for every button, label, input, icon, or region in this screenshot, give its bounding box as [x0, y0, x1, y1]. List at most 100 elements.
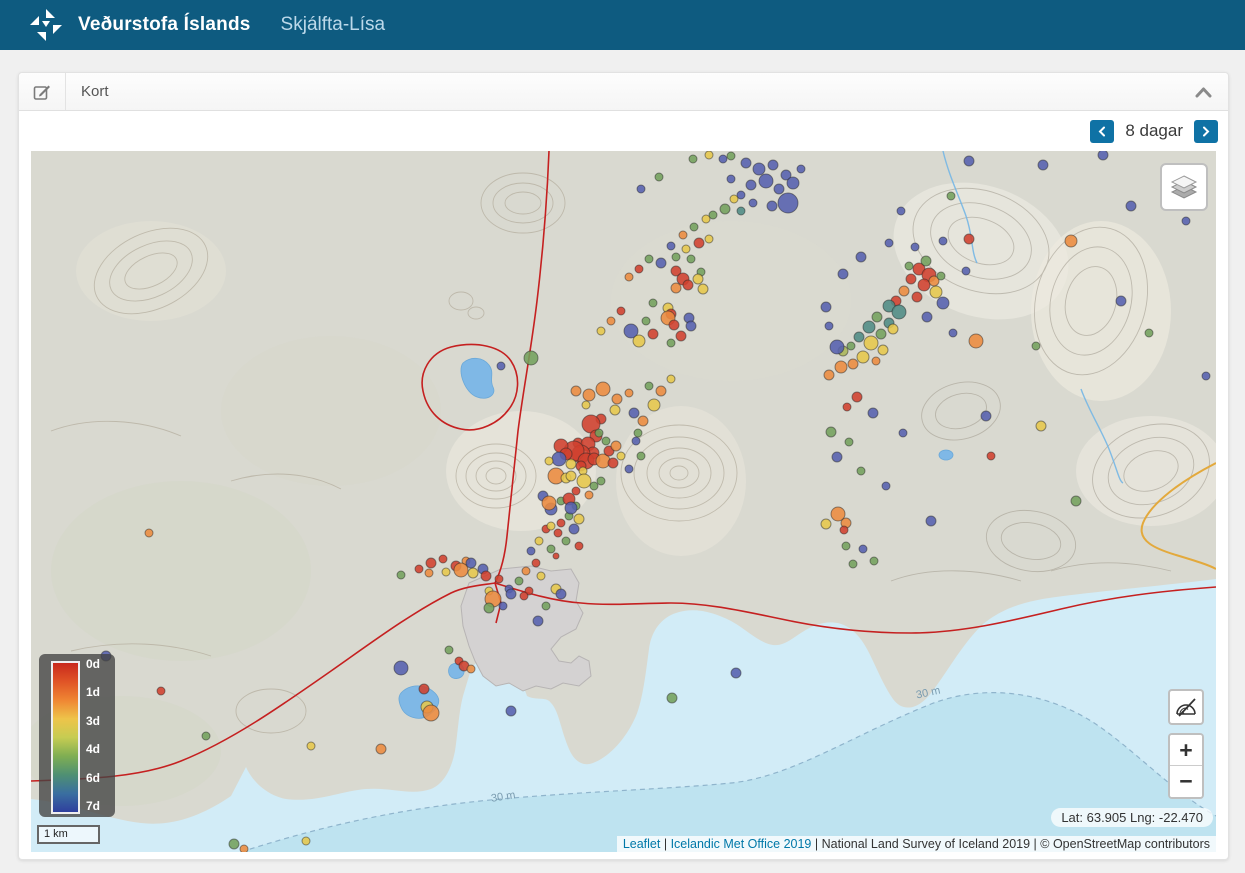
- quake-marker[interactable]: [610, 405, 620, 415]
- quake-marker[interactable]: [667, 339, 675, 347]
- quake-marker[interactable]: [557, 519, 565, 527]
- quake-marker[interactable]: [698, 284, 708, 294]
- quake-marker[interactable]: [157, 687, 165, 695]
- quake-marker[interactable]: [481, 571, 491, 581]
- quake-marker[interactable]: [857, 467, 865, 475]
- quake-marker[interactable]: [547, 545, 555, 553]
- quake-marker[interactable]: [553, 553, 559, 559]
- quake-marker[interactable]: [720, 204, 730, 214]
- quake-marker[interactable]: [423, 705, 439, 721]
- quake-marker[interactable]: [741, 158, 751, 168]
- quake-marker[interactable]: [899, 286, 909, 296]
- quake-marker[interactable]: [864, 336, 878, 350]
- quake-marker[interactable]: [939, 237, 947, 245]
- quake-marker[interactable]: [843, 403, 851, 411]
- quake-marker[interactable]: [872, 312, 882, 322]
- quake-marker[interactable]: [582, 401, 590, 409]
- quake-marker[interactable]: [868, 408, 878, 418]
- quake-marker[interactable]: [595, 429, 603, 437]
- quake-marker[interactable]: [495, 575, 503, 583]
- next-days-button[interactable]: [1194, 120, 1218, 143]
- quake-marker[interactable]: [856, 252, 866, 262]
- quake-marker[interactable]: [987, 452, 995, 460]
- quake-marker[interactable]: [307, 742, 315, 750]
- quake-marker[interactable]: [689, 155, 697, 163]
- quake-marker[interactable]: [506, 589, 516, 599]
- quake-marker[interactable]: [535, 537, 543, 545]
- quake-marker[interactable]: [484, 603, 494, 613]
- quake-marker[interactable]: [835, 361, 847, 373]
- quake-marker[interactable]: [1126, 201, 1136, 211]
- quake-marker[interactable]: [1065, 235, 1077, 247]
- quake-marker[interactable]: [797, 165, 805, 173]
- quake-marker[interactable]: [572, 487, 580, 495]
- quake-marker[interactable]: [562, 537, 570, 545]
- quake-marker[interactable]: [731, 668, 741, 678]
- quake-marker[interactable]: [863, 321, 875, 333]
- quake-marker[interactable]: [671, 283, 681, 293]
- quake-marker[interactable]: [825, 322, 833, 330]
- quake-marker[interactable]: [547, 522, 555, 530]
- quake-marker[interactable]: [415, 565, 423, 573]
- quake-marker[interactable]: [394, 661, 408, 675]
- quake-marker[interactable]: [565, 502, 577, 514]
- quake-marker[interactable]: [749, 199, 757, 207]
- quake-marker[interactable]: [466, 558, 476, 568]
- quake-marker[interactable]: [845, 438, 853, 446]
- quake-marker[interactable]: [737, 207, 745, 215]
- quake-marker[interactable]: [468, 568, 478, 578]
- quake-marker[interactable]: [870, 557, 878, 565]
- quake-marker[interactable]: [575, 542, 583, 550]
- map-canvas[interactable]: 30 m 30 m + − Lat: [31, 151, 1216, 852]
- quake-marker[interactable]: [467, 665, 475, 673]
- quake-marker[interactable]: [690, 223, 698, 231]
- quake-marker[interactable]: [778, 193, 798, 213]
- quake-marker[interactable]: [617, 452, 625, 460]
- quake-marker[interactable]: [937, 272, 945, 280]
- attribution-link[interactable]: Leaflet: [623, 837, 661, 851]
- quake-marker[interactable]: [962, 267, 970, 275]
- quake-marker[interactable]: [577, 474, 591, 488]
- quake-marker[interactable]: [705, 235, 713, 243]
- quake-marker[interactable]: [426, 558, 436, 568]
- quake-marker[interactable]: [693, 274, 703, 284]
- quake-marker[interactable]: [878, 345, 888, 355]
- quake-marker[interactable]: [229, 839, 239, 849]
- quake-marker[interactable]: [597, 477, 605, 485]
- quake-marker[interactable]: [947, 192, 955, 200]
- quake-marker[interactable]: [597, 327, 605, 335]
- quake-marker[interactable]: [937, 297, 949, 309]
- quake-marker[interactable]: [679, 231, 687, 239]
- quake-marker[interactable]: [1145, 329, 1153, 337]
- quake-marker[interactable]: [687, 255, 695, 263]
- quake-marker[interactable]: [569, 524, 579, 534]
- quake-marker[interactable]: [596, 382, 610, 396]
- quake-marker[interactable]: [838, 269, 848, 279]
- quake-marker[interactable]: [520, 592, 528, 600]
- quake-marker[interactable]: [930, 286, 942, 298]
- quake-marker[interactable]: [852, 392, 862, 402]
- quake-marker[interactable]: [676, 331, 686, 341]
- quake-marker[interactable]: [645, 382, 653, 390]
- quake-marker[interactable]: [532, 559, 540, 567]
- quake-marker[interactable]: [637, 185, 645, 193]
- quake-marker[interactable]: [768, 160, 778, 170]
- quake-marker[interactable]: [602, 437, 610, 445]
- quake-marker[interactable]: [832, 452, 842, 462]
- quake-marker[interactable]: [926, 516, 936, 526]
- quake-marker[interactable]: [645, 255, 653, 263]
- quake-marker[interactable]: [611, 441, 621, 451]
- quake-marker[interactable]: [774, 184, 784, 194]
- quake-marker[interactable]: [556, 589, 566, 599]
- quake-marker[interactable]: [554, 529, 562, 537]
- quake-marker[interactable]: [1116, 296, 1126, 306]
- quake-marker[interactable]: [727, 152, 735, 160]
- quake-marker[interactable]: [981, 411, 991, 421]
- quake-marker[interactable]: [566, 471, 576, 481]
- quake-marker[interactable]: [302, 837, 310, 845]
- quake-marker[interactable]: [892, 305, 906, 319]
- quake-marker[interactable]: [824, 370, 834, 380]
- quake-marker[interactable]: [537, 572, 545, 580]
- quake-marker[interactable]: [442, 568, 450, 576]
- quake-marker[interactable]: [848, 359, 858, 369]
